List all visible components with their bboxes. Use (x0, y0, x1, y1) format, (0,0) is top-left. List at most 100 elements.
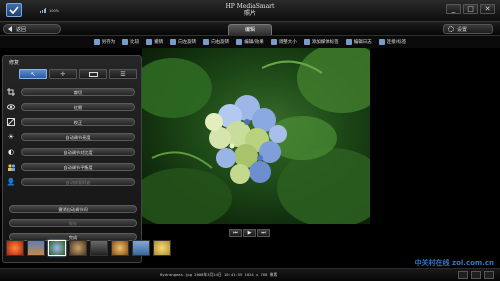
mode-selector: ↖ ✛ ☰ (19, 69, 137, 79)
auto-brightness-button[interactable]: 自动调节亮度 (21, 133, 135, 141)
back-arrow-icon (8, 26, 12, 32)
gear-icon (448, 26, 454, 32)
toolbar-label: 编辑日志 (353, 40, 372, 45)
app-name: HP MediaSmart (225, 3, 275, 10)
save-button[interactable]: 保存 (9, 219, 137, 227)
thumbnail-item[interactable] (69, 240, 87, 256)
status-bar: Hydrangeas.jpg 2008年3月24日 10:41:55 1024 … (0, 268, 500, 281)
toolbar-label: 向左旋转 (178, 40, 197, 45)
resize-icon (270, 39, 277, 45)
straighten-icon (7, 118, 15, 126)
fullscreen-button[interactable] (484, 271, 494, 279)
action-row-fix: 👤 自动修复瑕疵 (7, 178, 135, 186)
action-row-balance: 自动调节平衡度 (7, 163, 135, 171)
auto-balance-button[interactable]: 自动调节平衡度 (21, 163, 135, 171)
settings-label: 设置 (457, 26, 468, 33)
toolbar-log[interactable]: 编辑日志 (345, 39, 372, 45)
undo-icon (146, 39, 153, 45)
toolbar-resize[interactable]: 调整大小 (270, 39, 297, 45)
auto-contrast-button[interactable]: 自动调节对比度 (21, 148, 135, 156)
panel-title: 修复 (9, 60, 20, 66)
maximize-button[interactable]: □ (463, 4, 478, 14)
move-icon: ✛ (60, 70, 66, 78)
action-row-red-eye: 红眼 (7, 103, 135, 111)
thumbnail-item[interactable] (6, 240, 24, 256)
action-row-straighten: 校正 (7, 118, 135, 126)
save-as-icon (93, 39, 100, 45)
toolbar-save-as[interactable]: 另存为 (93, 39, 116, 45)
effects-icon (236, 39, 243, 45)
log-icon (345, 39, 352, 45)
person-fix-icon: 👤 (6, 178, 16, 186)
toolbar-label: 连接/标签 (386, 40, 407, 45)
view-grid-button[interactable] (458, 271, 468, 279)
back-button[interactable]: 返回 (3, 24, 61, 34)
skip-back-icon: ⏮ (233, 230, 238, 236)
next-button[interactable]: ⏭ (257, 229, 270, 237)
thumbnail-item[interactable] (90, 240, 108, 256)
thumbnail-item-selected[interactable] (48, 240, 66, 256)
action-row-crop: 裁切 (7, 88, 135, 96)
toolbar-rotate-right[interactable]: 向右旋转 (203, 39, 229, 45)
toolbar-undo[interactable]: 撤销 (146, 39, 163, 45)
toolbar-label: 调整大小 (278, 40, 297, 45)
photo-canvas[interactable] (142, 48, 370, 224)
toolbar-label: 编辑/效果 (244, 40, 264, 45)
section-name: 照片 (243, 10, 256, 17)
minimize-button[interactable]: _ (446, 4, 461, 14)
list-icon: ☰ (120, 70, 126, 78)
undo-auto-button[interactable]: 撤消自动调节间 (9, 205, 137, 213)
toolbar-effects[interactable]: 编辑/效果 (236, 39, 264, 45)
rotate-left-icon (170, 39, 177, 45)
action-row-brightness: ☀ 自动调节亮度 (7, 133, 135, 141)
link-icon (378, 39, 385, 45)
mode-list-button[interactable]: ☰ (109, 69, 137, 79)
mode-pointer-button[interactable]: ↖ (19, 69, 47, 79)
app-title: HP MediaSmart 照片 (0, 3, 500, 17)
hydrangea-photo (142, 48, 370, 224)
brightness-icon: ☀ (7, 133, 15, 141)
thumbnail-item[interactable] (132, 240, 150, 256)
toolbar-rotate-left[interactable]: 向左旋转 (170, 39, 196, 45)
thumbnail-strip (6, 240, 171, 256)
toolbar-tag[interactable]: 添加媒体标签 (303, 39, 339, 45)
close-button[interactable]: ✕ (480, 4, 495, 14)
thumbnail-item[interactable] (153, 240, 171, 256)
toolbar-link[interactable]: 连接/标签 (378, 39, 407, 45)
view-single-button[interactable] (471, 271, 481, 279)
people-icon (7, 163, 15, 171)
mode-move-button[interactable]: ✛ (49, 69, 77, 79)
back-label: 返回 (16, 26, 27, 33)
title-bar: 100% HP MediaSmart 照片 _ □ ✕ (0, 0, 500, 22)
mode-image-button[interactable] (79, 69, 107, 79)
toolbar-label: 撤销 (154, 40, 164, 45)
crop-icon (7, 88, 15, 96)
auto-fix-button[interactable]: 自动修复瑕疵 (21, 178, 135, 186)
toolbar-compare[interactable]: 比较 (122, 39, 139, 45)
play-button[interactable]: ▶ (243, 229, 256, 237)
contrast-icon: ◐ (7, 148, 15, 156)
pointer-icon: ↖ (30, 70, 36, 78)
repair-panel: 修复 ↖ ✛ ☰ 裁切 红眼 校正 ☀ 自动调节亮度 ◐ 自动调节对比度 自动调… (2, 55, 142, 263)
rotate-right-icon (203, 39, 210, 45)
play-icon: ▶ (247, 230, 252, 236)
nav-bar: 返回 编辑 设置 (0, 22, 500, 36)
toolbar-label: 比较 (130, 40, 140, 45)
eye-icon (7, 103, 15, 111)
thumbnail-item[interactable] (27, 240, 45, 256)
skip-forward-icon: ⏭ (261, 230, 266, 236)
tag-icon (303, 39, 310, 45)
settings-button[interactable]: 设置 (443, 24, 493, 34)
previous-button[interactable]: ⏮ (229, 229, 242, 237)
action-row-contrast: ◐ 自动调节对比度 (7, 148, 135, 156)
red-eye-button[interactable]: 红眼 (21, 103, 135, 111)
toolbar-label: 向右旋转 (211, 40, 230, 45)
crop-button[interactable]: 裁切 (21, 88, 135, 96)
toolbar-label: 另存为 (101, 40, 116, 45)
thumbnail-item[interactable] (111, 240, 129, 256)
toolbar-label: 添加媒体标签 (311, 40, 339, 45)
tab-edit[interactable]: 编辑 (228, 24, 272, 35)
image-icon (88, 71, 98, 77)
straighten-button[interactable]: 校正 (21, 118, 135, 126)
file-info: Hydrangeas.jpg 2008年3月24日 10:41:55 1024 … (160, 272, 278, 277)
